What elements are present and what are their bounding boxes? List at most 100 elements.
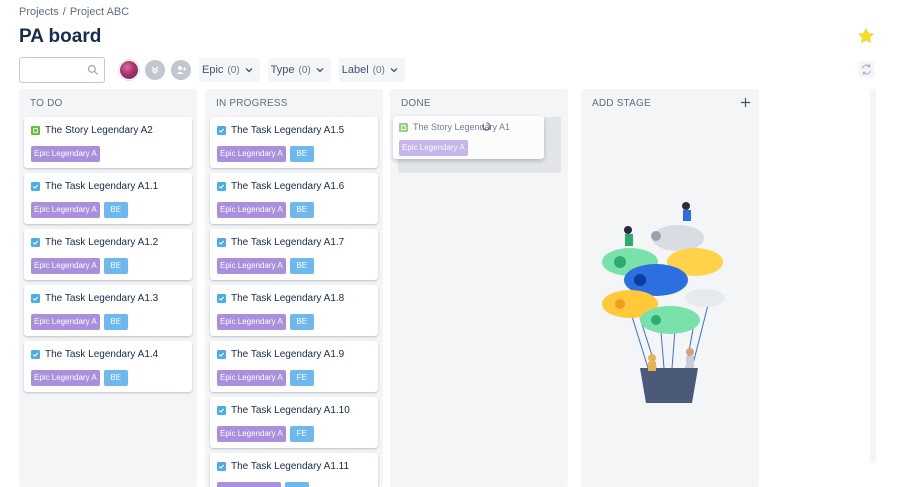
card-title-row: The Task Legendary A1.4 (31, 349, 158, 360)
card-title: The Task Legendary A1.9 (231, 349, 345, 360)
epic-tag[interactable]: Epic Legendary A (31, 146, 100, 162)
issue-card[interactable]: The Task Legendary A1.1 Epic Legendary A… (24, 173, 192, 224)
card-title-row: The Task Legendary A1.8 (217, 293, 344, 304)
star-icon[interactable] (857, 27, 875, 45)
issue-card[interactable]: The Task Legendary A1.6 Epic Legendary A… (210, 173, 378, 224)
card-title-row: The Task Legendary A1.10 (217, 405, 350, 416)
epic-tag[interactable]: Epic Legendary A (31, 314, 100, 330)
card-title-row: The Task Legendary A1.6 (217, 181, 344, 192)
chevron-down-icon (316, 68, 324, 73)
card-tags (217, 482, 309, 487)
more-users-button[interactable] (145, 60, 165, 80)
board-scrollbar[interactable] (870, 89, 876, 463)
epic-tag[interactable]: Epic Legendary A (399, 140, 468, 156)
column-todo-title: TO DO (30, 98, 63, 109)
issue-card[interactable]: The Task Legendary A1.7 Epic Legendary A… (210, 229, 378, 280)
card-tags: Epic Legendary A BE (217, 314, 314, 330)
team-tag[interactable]: FE (289, 370, 314, 386)
filter-epic-count: (0) (227, 64, 240, 76)
filter-epic[interactable]: Epic (0) (199, 58, 260, 82)
loading-cursor-icon (482, 122, 491, 131)
team-tag[interactable]: FE (289, 426, 314, 442)
issue-card[interactable]: The Task Legendary A1.2 Epic Legendary A… (24, 229, 192, 280)
epic-tag[interactable]: Epic Legendary A (217, 258, 286, 274)
issue-card[interactable]: The Task Legendary A1.8 Epic Legendary A… (210, 285, 378, 336)
card-title: The Task Legendary A1.4 (45, 349, 159, 360)
card-title: The Task Legendary A1.1 (45, 181, 159, 192)
search-field[interactable] (19, 57, 105, 83)
card-tags: Epic Legendary A BE (31, 202, 128, 218)
issue-card[interactable]: The Task Legendary A1.4 Epic Legendary A… (24, 341, 192, 392)
issue-card[interactable]: The Task Legendary A1.9 Epic Legendary A… (210, 341, 378, 392)
user-avatar[interactable] (119, 60, 139, 80)
card-tags: Epic Legendary A (31, 146, 100, 162)
breadcrumb-project-link[interactable]: Project ABC (70, 6, 129, 18)
epic-tag[interactable]: Epic Legendary A (31, 370, 100, 386)
epic-tag[interactable]: Epic Legendary A (31, 202, 100, 218)
card-title: The Story Legendary A2 (45, 125, 153, 136)
team-tag[interactable]: BE (103, 202, 128, 218)
column-done: DONE The Story Legendary A1 Epic Legenda… (390, 89, 568, 487)
checkbox-icon (217, 294, 226, 303)
card-title: The Task Legendary A1.5 (231, 125, 345, 136)
issue-card[interactable]: The Task Legendary A1.10 Epic Legendary … (210, 397, 378, 448)
hot-air-balloon-illustration (602, 202, 725, 403)
epic-tag[interactable]: Epic Legendary A (217, 202, 286, 218)
card-tags: Epic Legendary A BE (31, 314, 128, 330)
card-tags: Epic Legendary A BE (31, 370, 128, 386)
team-tag[interactable]: BE (289, 146, 314, 162)
plus-icon[interactable] (740, 97, 751, 108)
page-title: PA board (19, 26, 102, 47)
card-title: The Task Legendary A1.6 (231, 181, 345, 192)
card-title: The Task Legendary A1.3 (45, 293, 159, 304)
team-tag[interactable]: BE (103, 314, 128, 330)
team-tag[interactable]: BE (103, 370, 128, 386)
dragging-card[interactable]: The Story Legendary A1 Epic Legendary A (393, 116, 544, 159)
epic-tag[interactable]: Epic Legendary A (217, 370, 286, 386)
epic-tag[interactable]: Epic Legendary A (217, 146, 286, 162)
epic-tag[interactable] (217, 482, 281, 487)
issue-card[interactable]: The Task Legendary A1.3 Epic Legendary A… (24, 285, 192, 336)
team-tag[interactable] (285, 482, 309, 487)
refresh-icon[interactable] (858, 61, 875, 78)
team-tag[interactable]: BE (289, 258, 314, 274)
board-page: Projects / Project ABC PA board Epic (0)… (0, 0, 901, 487)
filter-label-label: Label (341, 64, 369, 76)
card-title: The Task Legendary A1.2 (45, 237, 159, 248)
team-tag[interactable]: BE (289, 314, 314, 330)
card-title-row: The Story Legendary A2 (31, 125, 153, 136)
issue-card[interactable]: The Story Legendary A2 Epic Legendary A (24, 117, 192, 168)
card-tags: Epic Legendary A FE (217, 370, 314, 386)
chevron-down-icon (245, 68, 253, 73)
team-tag[interactable]: BE (103, 258, 128, 274)
column-done-title: DONE (401, 98, 431, 109)
card-title-row: The Task Legendary A1.7 (217, 237, 344, 248)
column-todo: TO DO The Story Legendary A2 Epic Legend… (19, 89, 197, 487)
team-tag[interactable]: BE (289, 202, 314, 218)
filter-type-label: Type (270, 64, 295, 76)
epic-tag[interactable]: Epic Legendary A (217, 426, 286, 442)
issue-card[interactable]: The Task Legendary A1.11 (210, 453, 378, 487)
filter-type[interactable]: Type (0) (267, 58, 331, 82)
add-user-button[interactable] (171, 60, 191, 80)
epic-tag[interactable]: Epic Legendary A (31, 258, 100, 274)
add-stage-title: ADD STAGE (592, 98, 651, 109)
toolbar: Epic (0) Type (0) Label (0) (19, 56, 405, 84)
breadcrumb-projects-link[interactable]: Projects (19, 6, 59, 18)
checkbox-icon (31, 350, 40, 359)
filter-label[interactable]: Label (0) (338, 58, 405, 82)
search-icon (87, 64, 98, 75)
column-in-progress-title: IN PROGRESS (216, 98, 288, 109)
card-tags: Epic Legendary A (399, 140, 468, 156)
chevron-down-icon (390, 68, 398, 73)
epic-tag[interactable]: Epic Legendary A (217, 314, 286, 330)
search-input[interactable] (23, 59, 91, 81)
breadcrumb: Projects / Project ABC (19, 6, 129, 18)
issue-card[interactable]: The Task Legendary A1.5 Epic Legendary A… (210, 117, 378, 168)
add-user-icon (176, 66, 187, 74)
double-chevron-down-icon (151, 66, 159, 74)
checkbox-icon (217, 238, 226, 247)
card-tags: Epic Legendary A BE (217, 202, 314, 218)
card-title-row: The Task Legendary A1.5 (217, 125, 344, 136)
card-title-row: The Task Legendary A1.9 (217, 349, 344, 360)
